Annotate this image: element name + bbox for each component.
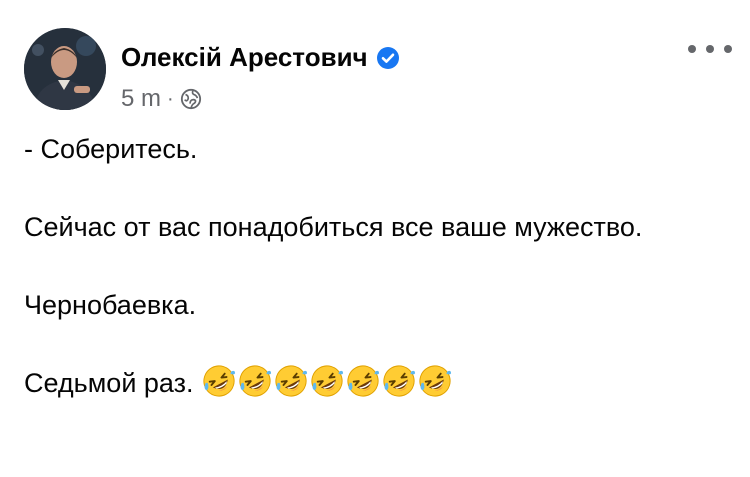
post-paragraph: Чернобаевка. bbox=[24, 290, 197, 320]
more-options-icon[interactable] bbox=[688, 38, 732, 60]
author-header: Олексій Арестович bbox=[121, 42, 400, 73]
post-meta: 5 m · bbox=[121, 85, 202, 113]
avatar-photo bbox=[24, 28, 106, 110]
globe-icon[interactable] bbox=[180, 88, 202, 110]
rofl-emoji-icon bbox=[310, 365, 343, 397]
more-dot bbox=[688, 45, 696, 53]
rofl-emoji-icon bbox=[382, 365, 415, 397]
rofl-emoji-icon bbox=[346, 365, 379, 397]
rofl-emoji-icon bbox=[274, 365, 307, 397]
more-dot bbox=[724, 45, 732, 53]
post-text: - Соберитесь. Сейчас от вас понадобиться… bbox=[24, 130, 724, 403]
author-avatar[interactable] bbox=[24, 28, 106, 110]
facebook-post: Олексій Арестович 5 m · - Соберитесь. Се… bbox=[0, 0, 750, 477]
rofl-emoji-icon bbox=[202, 365, 235, 397]
more-dot bbox=[706, 45, 714, 53]
post-paragraph-text: Седьмой раз. bbox=[24, 368, 194, 398]
author-name[interactable]: Олексій Арестович bbox=[121, 42, 368, 73]
rofl-emoji-icon bbox=[238, 365, 271, 397]
meta-separator: · bbox=[167, 87, 174, 110]
rofl-emoji-icon bbox=[418, 365, 451, 397]
verified-badge-icon bbox=[376, 46, 399, 69]
post-paragraph-final: Седьмой раз. bbox=[24, 364, 724, 403]
post-paragraph: Сейчас от вас понадобиться все ваше муже… bbox=[24, 212, 643, 242]
post-paragraph: - Соберитесь. bbox=[24, 134, 198, 164]
post-timestamp[interactable]: 5 m bbox=[121, 85, 161, 113]
emoji-row bbox=[202, 364, 452, 398]
